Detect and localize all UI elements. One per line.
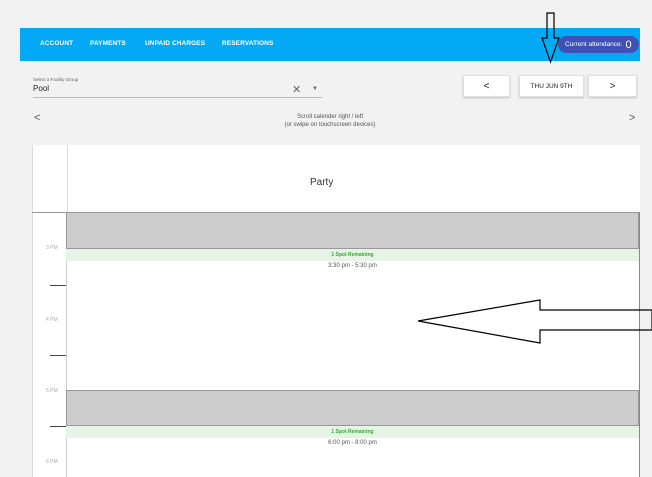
left-arrow-annotation xyxy=(417,299,652,344)
down-arrow-annotation xyxy=(541,12,560,64)
page: ACCOUNT PAYMENTS UNPAID CHARGES RESERVAT… xyxy=(0,0,652,477)
annotation-overlay xyxy=(417,12,652,344)
